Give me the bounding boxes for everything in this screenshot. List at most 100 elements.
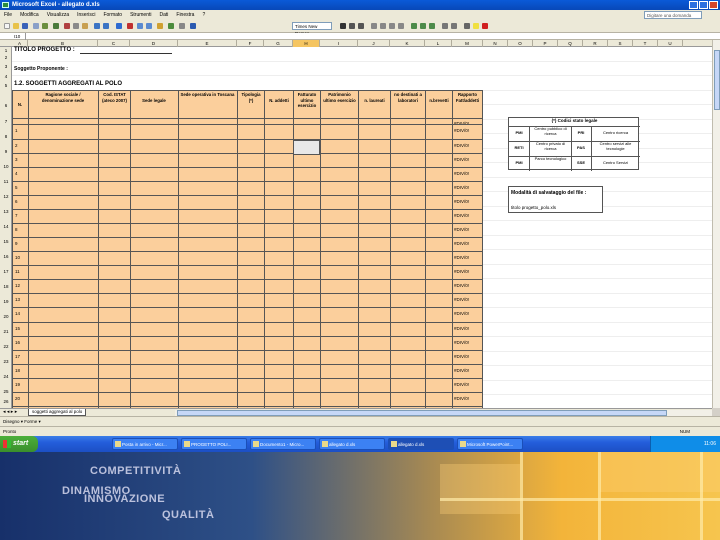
ratio-cell[interactable]: #DIV/0! [454,185,469,190]
column-header[interactable]: J [358,40,390,47]
column-header[interactable]: A [12,40,28,47]
ratio-cell[interactable]: #DIV/0! [454,368,469,373]
row-header[interactable]: 7 [0,119,12,124]
merge-center-icon[interactable] [398,23,404,29]
column-header[interactable]: T [633,40,658,47]
column-header[interactable]: B [28,40,98,47]
row-header[interactable]: 17 [0,269,12,274]
ratio-cell[interactable]: #DIV/0! [454,283,469,288]
column-header[interactable]: F [237,40,264,47]
menu-format[interactable]: Formato [103,12,122,18]
column-header[interactable]: E [178,40,237,47]
row-header[interactable]: 1 [0,48,12,53]
taskbar-item[interactable]: Posta in arrivo - Micr... [112,438,178,450]
hyperlink-icon[interactable] [116,23,122,29]
taskbar-item[interactable]: allegato d.xls [388,438,454,450]
row-header[interactable]: 5 [0,83,12,88]
sheet-tab[interactable]: soggetti aggregati al polo [28,409,87,416]
column-header[interactable]: H [293,40,320,47]
open-icon[interactable] [13,23,19,29]
ratio-cell[interactable]: #DIV/0! [454,171,469,176]
column-header[interactable]: R [583,40,608,47]
align-left-icon[interactable] [371,23,377,29]
row-header[interactable]: 19 [0,299,12,304]
column-header[interactable]: O [508,40,533,47]
column-header[interactable]: D [130,40,178,47]
ratio-cell[interactable]: #DIV/0! [454,326,469,331]
row-header[interactable]: 24 [0,374,12,379]
close-button[interactable] [709,1,718,9]
ratio-cell[interactable]: #DIV/0! [454,311,469,316]
align-center-icon[interactable] [380,23,386,29]
paste-icon[interactable] [82,23,88,29]
vertical-scrollbar[interactable] [712,40,720,408]
ratio-cell[interactable]: #DIV/0! [454,143,469,148]
row-header[interactable]: 8 [0,134,12,139]
row-header[interactable]: 3 [0,64,12,69]
currency-icon[interactable] [411,23,417,29]
tab-nav-arrows[interactable]: ◂ ◂ ▸ ▸ [3,409,17,415]
column-header[interactable]: S [608,40,633,47]
column-header[interactable]: C [98,40,130,47]
name-box[interactable]: I10 [0,33,26,40]
undo-icon[interactable] [94,23,100,29]
italic-icon[interactable] [349,23,355,29]
row-header[interactable]: 25 [0,389,12,394]
spelling-icon[interactable] [53,23,59,29]
drawing-icon[interactable] [168,23,174,29]
ratio-cell[interactable]: #DIV/0! [454,382,469,387]
help-icon[interactable] [190,23,196,29]
fill-color-icon[interactable] [473,23,479,29]
row-header[interactable]: 11 [0,179,12,184]
row-header[interactable]: 13 [0,209,12,214]
ratio-cell[interactable]: #DIV/0! [454,157,469,162]
ratio-cell[interactable]: #DIV/0! [454,128,469,133]
print-icon[interactable] [33,23,39,29]
decrease-indent-icon[interactable] [442,23,448,29]
menu-help[interactable]: ? [202,12,205,18]
column-header[interactable]: M [452,40,483,47]
row-header[interactable]: 18 [0,284,12,289]
column-header[interactable]: L [425,40,452,47]
align-right-icon[interactable] [389,23,395,29]
percent-icon[interactable] [420,23,426,29]
taskbar-item[interactable]: Documento1 - Micro... [250,438,316,450]
zoom-icon[interactable] [179,23,185,29]
new-icon[interactable] [4,23,10,29]
borders-icon[interactable] [464,23,470,29]
selected-cell[interactable] [293,140,320,155]
column-header[interactable]: G [264,40,293,47]
menu-window[interactable]: Finestra [176,12,194,18]
minimize-button[interactable] [689,1,698,9]
row-header[interactable]: 4 [0,74,12,79]
underline-icon[interactable] [358,23,364,29]
chart-wizard-icon[interactable] [157,23,163,29]
font-color-icon[interactable] [482,23,488,29]
ratio-cell[interactable]: #DIV/0! [454,255,469,260]
menu-tools[interactable]: Strumenti [130,12,151,18]
ratio-cell[interactable]: #DIV/0! [454,227,469,232]
taskbar-item[interactable]: Microsoft PowerPoint... [457,438,523,450]
row-header[interactable]: 16 [0,254,12,259]
row-header[interactable]: 22 [0,344,12,349]
row-header[interactable]: 15 [0,239,12,244]
scroll-thumb[interactable] [714,50,720,110]
taskbar-item[interactable]: PROGETTO POLI... [181,438,247,450]
sort-asc-icon[interactable] [137,23,143,29]
drawing-menu[interactable]: Disegno ▾ Forme ▾ [3,419,41,424]
menu-file[interactable]: File [4,12,12,18]
row-header[interactable]: 2 [0,55,12,60]
row-header[interactable]: 21 [0,329,12,334]
preview-icon[interactable] [42,23,48,29]
row-header[interactable]: 23 [0,359,12,364]
column-header[interactable]: N [483,40,508,47]
row-header[interactable]: 20 [0,314,12,319]
column-header[interactable]: I [320,40,358,47]
redo-icon[interactable] [103,23,109,29]
menu-insert[interactable]: Inserisci [77,12,95,18]
bold-icon[interactable] [340,23,346,29]
menu-edit[interactable]: Modifica [20,12,39,18]
row-header[interactable]: 26 [0,399,12,404]
row-header[interactable]: 14 [0,224,12,229]
font-select[interactable]: Times New Roman [292,22,332,36]
